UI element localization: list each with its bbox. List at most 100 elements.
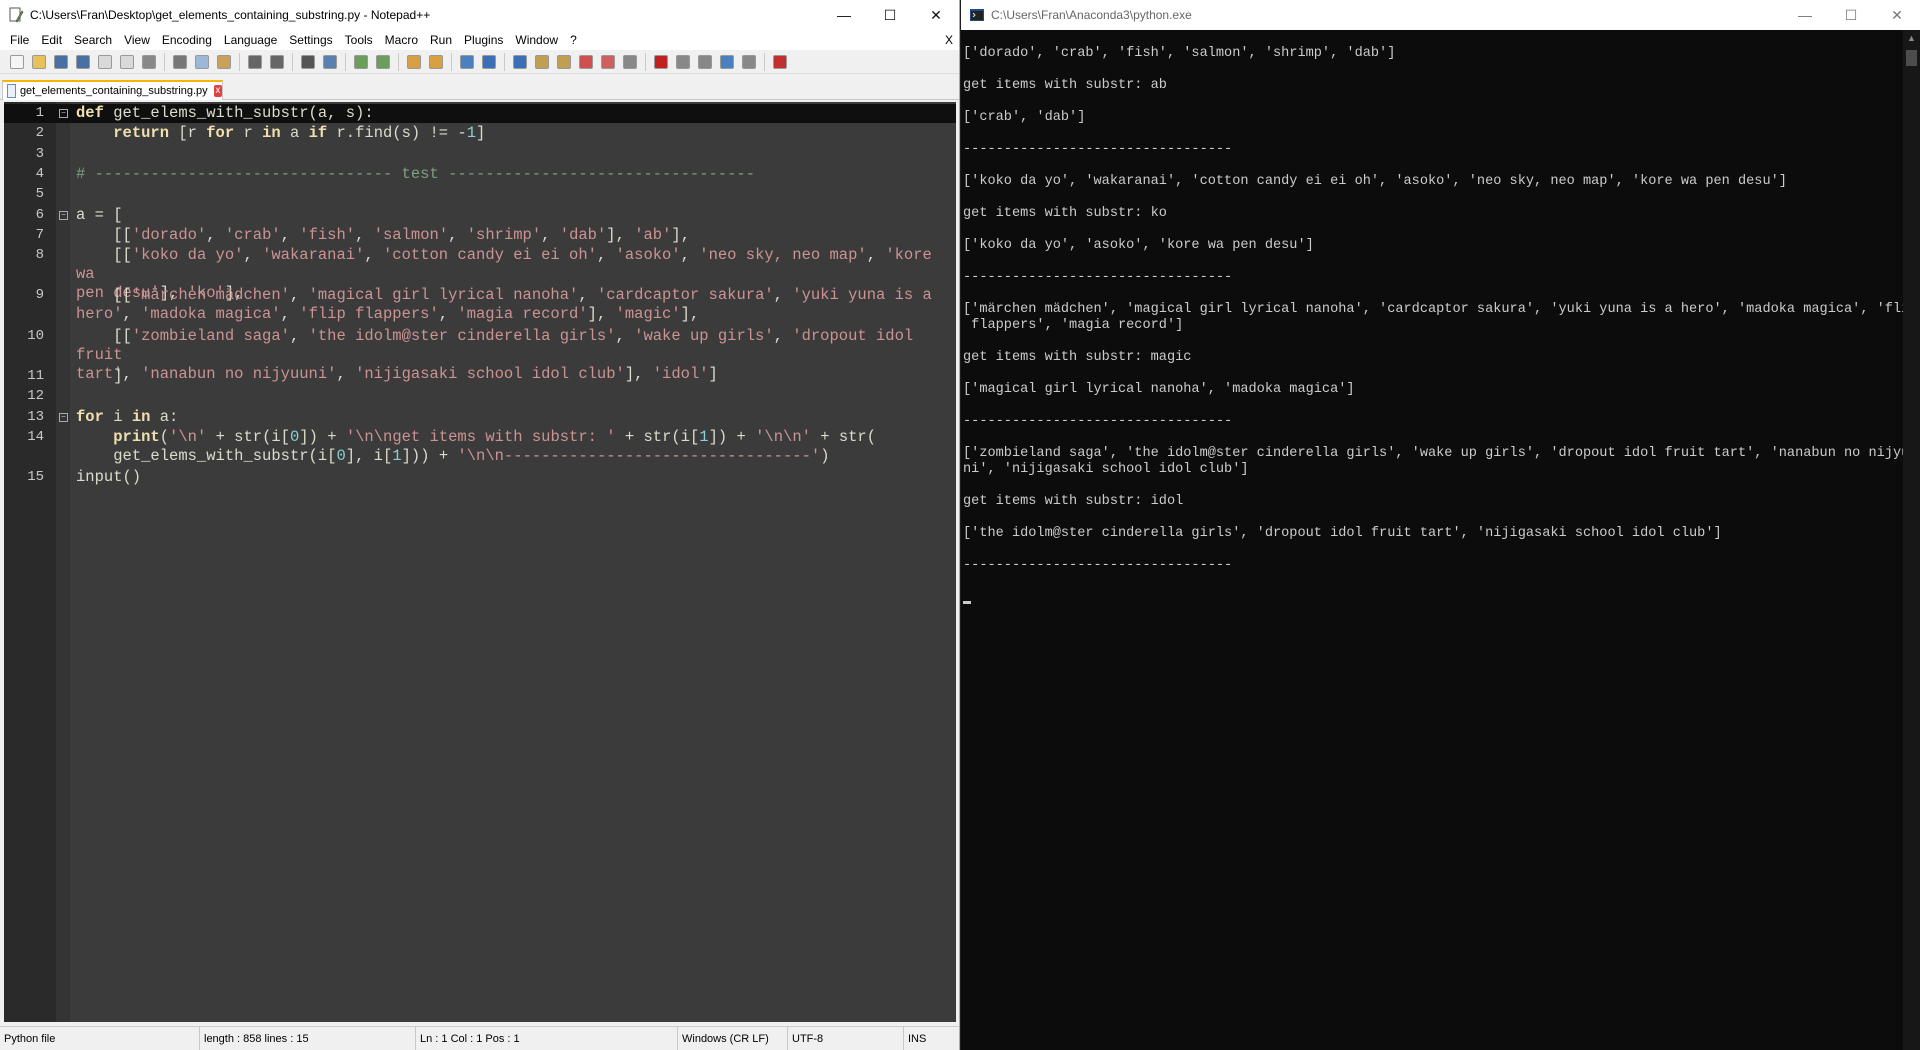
close-window-button[interactable]: ✕	[913, 0, 959, 30]
console-line: ['koko da yo', 'wakaranai', 'cotton cand…	[963, 174, 1787, 189]
console-minimize-button[interactable]: —	[1782, 0, 1828, 30]
code-line[interactable]: 5	[4, 185, 956, 204]
menu-item-encoding[interactable]: Encoding	[156, 30, 218, 50]
status-encoding: UTF-8	[788, 1026, 904, 1050]
menu-item-view[interactable]: View	[118, 30, 156, 50]
code-line[interactable]: 11 ]	[4, 367, 956, 386]
zoom-in-icon[interactable]	[350, 51, 372, 73]
menu-item-run[interactable]: Run	[424, 30, 458, 50]
console-close-button[interactable]: ✕	[1874, 0, 1920, 30]
doc-list-icon[interactable]	[597, 51, 619, 73]
code-text: return [r for r in a if r.find(s) != -1]	[113, 124, 486, 143]
sync-h-icon[interactable]	[425, 51, 447, 73]
code-text: for i in a:	[76, 407, 179, 426]
record-macro-icon[interactable]	[650, 51, 672, 73]
play-macro-icon[interactable]	[694, 51, 716, 73]
console-line: get items with substr: idol	[963, 494, 1184, 509]
folder-workspace-icon[interactable]	[575, 51, 597, 73]
save-macro-icon[interactable]	[738, 51, 760, 73]
code-line[interactable]: 12	[4, 387, 956, 406]
code-editor[interactable]: 1− def get_elems_with_substr(a, s): 2 retu…	[4, 102, 956, 1022]
close-document-button[interactable]: X	[945, 30, 953, 50]
code-line[interactable]: 3	[4, 145, 956, 164]
console-scrollbar[interactable]: ▲	[1903, 30, 1920, 1050]
fold-marker-icon[interactable]: −	[59, 412, 68, 422]
print-icon[interactable]	[138, 51, 160, 73]
minimize-button[interactable]: —	[821, 0, 867, 30]
function-list-icon[interactable]	[553, 51, 575, 73]
menu-item-window[interactable]: Window	[509, 30, 564, 50]
undo-icon[interactable]	[244, 51, 266, 73]
menu-item-file[interactable]: File	[4, 30, 35, 50]
fold-marker-icon[interactable]: −	[59, 210, 68, 220]
cut-icon[interactable]	[169, 51, 191, 73]
menu-item-settings[interactable]: Settings	[283, 30, 338, 50]
save-all-icon[interactable]	[72, 51, 94, 73]
code-line[interactable]: 6 − a = [	[4, 206, 956, 225]
word-wrap-icon[interactable]	[456, 51, 478, 73]
console-cursor-line[interactable]	[963, 590, 1903, 606]
menu-item-help[interactable]: ?	[564, 30, 583, 50]
line-number: 7	[35, 226, 44, 243]
stop-record-icon[interactable]	[672, 51, 694, 73]
line-number: 13	[27, 408, 44, 425]
menu-item-tools[interactable]: Tools	[339, 30, 379, 50]
console-title-bar[interactable]: C:\Users\Fran\Anaconda3\python.exe — ☐ ✕	[961, 0, 1920, 30]
menu-item-macro[interactable]: Macro	[379, 30, 424, 50]
scroll-up-arrow-icon[interactable]: ▲	[1903, 30, 1920, 47]
find-icon[interactable]	[297, 51, 319, 73]
code-line[interactable]: 2 return [r for r in a if r.find(s) != -…	[4, 124, 956, 143]
monitor-icon[interactable]	[619, 51, 641, 73]
code-line[interactable]: 13 − for i in a:	[4, 408, 956, 427]
save-icon[interactable]	[50, 51, 72, 73]
status-insert-mode: INS	[908, 1032, 927, 1045]
menu-item-search[interactable]: Search	[68, 30, 118, 50]
zoom-out-icon[interactable]	[372, 51, 394, 73]
console-line: get items with substr: ko	[963, 206, 1167, 221]
scroll-thumb[interactable]	[1906, 50, 1917, 66]
spell-check-icon[interactable]	[769, 51, 791, 73]
console-maximize-button[interactable]: ☐	[1828, 0, 1874, 30]
console-line: get items with substr: ab	[963, 78, 1167, 93]
copy-icon[interactable]	[191, 51, 213, 73]
code-line[interactable]: 14 print('\n' + str(i[0]) + '\n\nget ite…	[4, 428, 956, 466]
fold-marker-icon[interactable]: −	[59, 109, 68, 118]
code-line[interactable]: 1 − def get_elems_with_substr(a, s):	[4, 104, 956, 123]
code-line[interactable]: 9 [['märchen mädchen', 'magical girl lyr…	[4, 286, 956, 324]
close-all-icon[interactable]	[116, 51, 138, 73]
menu-item-edit[interactable]: Edit	[35, 30, 68, 50]
new-file-icon[interactable]	[6, 51, 28, 73]
menu-item-plugins[interactable]: Plugins	[458, 30, 509, 50]
show-all-chars-icon[interactable]	[478, 51, 500, 73]
tab-close-icon[interactable]: x	[213, 85, 222, 97]
indent-guide-icon[interactable]	[509, 51, 531, 73]
code-line[interactable]: 7 [['dorado', 'crab', 'fish', 'salmon', …	[4, 226, 956, 245]
sync-v-icon[interactable]	[403, 51, 425, 73]
doc-map-icon[interactable]	[531, 51, 553, 73]
status-position: Ln : 1 Col : 1 Pos : 1	[416, 1026, 678, 1050]
code-line[interactable]: 15 input()	[4, 468, 956, 487]
menu-item-language[interactable]: Language	[218, 30, 283, 50]
open-file-icon[interactable]	[28, 51, 50, 73]
replace-icon[interactable]	[319, 51, 341, 73]
code-line[interactable]: 4 # -------------------------------- test…	[4, 165, 956, 184]
tab-label: get_elements_containing_substring.py	[19, 85, 208, 97]
code-line[interactable]: 10 [['zombieland saga', 'the idolm@ster …	[4, 327, 956, 383]
console-output[interactable]: ['dorado', 'crab', 'fish', 'salmon', 'sh…	[961, 30, 1917, 1050]
close-icon[interactable]	[94, 51, 116, 73]
npp-title-bar[interactable]: C:\Users\Fran\Desktop\get_elements_conta…	[0, 0, 959, 30]
redo-icon[interactable]	[266, 51, 288, 73]
run-macro-multiple-icon[interactable]	[716, 51, 738, 73]
notepadpp-app-icon	[8, 7, 24, 23]
npp-window-title: C:\Users\Fran\Desktop\get_elements_conta…	[30, 8, 431, 22]
document-tab[interactable]: get_elements_containing_substring.py x	[2, 80, 223, 100]
toolbar	[0, 50, 959, 74]
code-line[interactable]: 8 [['koko da yo', 'wakaranai', 'cotton c…	[4, 246, 956, 302]
maximize-button[interactable]: ☐	[867, 0, 913, 30]
paste-icon[interactable]	[213, 51, 235, 73]
